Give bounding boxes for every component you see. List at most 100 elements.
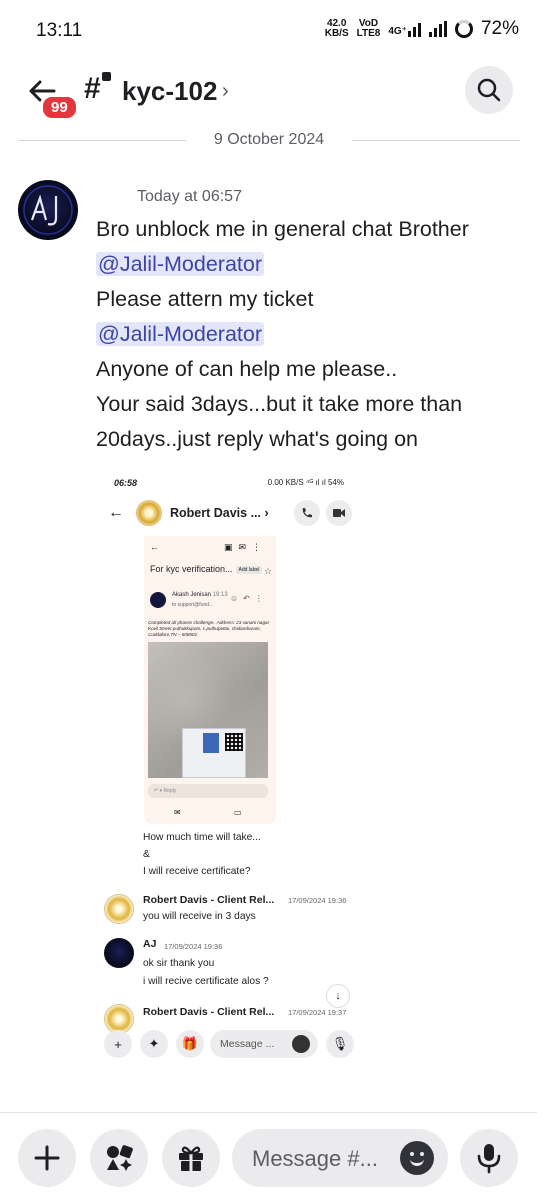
attachment-dm-name: Robert Davis ... › <box>170 506 269 520</box>
attachment-video-icon <box>326 500 352 526</box>
email-subject-text: For kyc verification... <box>150 564 233 574</box>
battery-level: 72% <box>480 18 519 39</box>
network-speed: 42.0 KB/S <box>325 19 349 39</box>
chevron-right-icon[interactable]: › <box>222 80 229 103</box>
attachment-mic-icon: 🎙 <box>326 1030 354 1058</box>
message-line: 20days..just reply what's going on <box>96 427 419 451</box>
mail-icon: ✉ <box>174 808 181 817</box>
caption-line: How much time will take... <box>143 832 261 843</box>
attachment-message-text: ok sir thank you <box>143 958 215 969</box>
search-button[interactable] <box>465 66 513 114</box>
gift-button[interactable] <box>162 1129 220 1187</box>
channel-header: 99 # kyc-102 › <box>0 62 537 126</box>
attachment-call-icon <box>294 500 320 526</box>
email-bottom-nav: ✉ ▭ <box>144 804 276 824</box>
emoji-button[interactable] <box>400 1141 434 1175</box>
meet-icon: ▭ <box>234 808 242 817</box>
id-card-portrait <box>203 733 219 753</box>
message-line: Bro unblock me in general chat Brother <box>96 217 469 241</box>
avatar[interactable] <box>18 180 78 240</box>
jump-down-icon: ↓ <box>326 984 350 1008</box>
network-speed-unit: KB/S <box>324 28 349 39</box>
microphone-icon <box>477 1144 501 1174</box>
message-timestamp: Today at 06:57 <box>137 188 242 205</box>
phone-icon <box>302 508 312 518</box>
email-back-icon: ← <box>150 542 159 552</box>
attachment-composer: + ✦ 🎁 Message ... 🎙 <box>96 1026 364 1062</box>
email-subject: For kyc verification... Add label <box>150 564 263 574</box>
attachment-message-time: 17/09/2024 19:36 <box>164 942 223 951</box>
attachment-apps-icon: ✦ <box>140 1030 168 1058</box>
status-icons: 42.0 KB/S VoD LTE8 4G⁺ 72% <box>325 18 519 40</box>
network-type: 4G⁺ <box>388 21 421 37</box>
id-card <box>182 728 246 778</box>
email-sender-avatar <box>150 592 166 608</box>
message-input-placeholder: Message #... <box>252 1146 378 1171</box>
attachment-dm-avatar <box>136 500 162 526</box>
lock-icon <box>102 72 111 81</box>
attachment-plus-icon: + <box>104 1030 132 1058</box>
attachment-message-time: 17/09/2024 19:36 <box>288 896 347 905</box>
attachment-emoji-icon <box>292 1035 310 1053</box>
network-label: 4G⁺ <box>388 26 407 37</box>
email-reply-label: Reply <box>163 788 177 794</box>
qr-code-icon <box>225 733 243 751</box>
attachment-message-text: you will receive in 3 days <box>143 911 256 922</box>
add-attachment-button[interactable] <box>18 1129 76 1187</box>
battery-icon <box>454 20 473 38</box>
volte-indicator: VoD LTE8 <box>357 19 381 39</box>
attachment-message-author: Robert Davis - Client Rel... <box>143 1006 275 1018</box>
attachment-message-text: i will recive certificate alos ? <box>143 976 269 987</box>
message-input[interactable]: Message #... <box>232 1129 448 1187</box>
email-body: Completed all phases challenge.. Address… <box>148 620 270 637</box>
date-divider: 9 October 2024 <box>18 130 520 152</box>
channel-name[interactable]: kyc-102 <box>122 76 217 107</box>
image-attachment[interactable]: 06:58 0.00 KB/S ⁴ᴳ ıl ıl 54% ← Robert Da… <box>96 466 364 1066</box>
email-sender: Akash Jenisan 19:13 <box>172 592 228 598</box>
email-recipient: to support@fund... <box>172 602 214 608</box>
unread-badge: 99 <box>40 94 79 121</box>
attachment-message-author: Robert Davis - Client Rel... <box>143 894 275 906</box>
email-sender-name: Akash Jenisan <box>172 592 212 598</box>
signal-icon <box>407 21 421 37</box>
message-composer: Message #... <box>0 1112 537 1200</box>
user-mention[interactable]: @Jalil-Moderator <box>96 322 265 346</box>
clock: 13:11 <box>36 20 83 41</box>
attachment-message-avatar <box>104 894 134 924</box>
message-content: Bro unblock me in general chat Brother @… <box>96 212 521 457</box>
email-reply-bar: ↶ ▾ Reply <box>148 784 268 798</box>
gift-icon <box>179 1146 203 1171</box>
aj-logo-icon <box>23 185 73 235</box>
attachment-message-time: 17/09/2024 19:37 <box>288 1008 347 1017</box>
attachment-dm-header: ← Robert Davis ... › <box>96 498 364 532</box>
email-action-icons: ▣✉⋮ <box>224 542 268 552</box>
signal-icon-2 <box>428 21 447 37</box>
message-line: Please attern my ticket <box>96 287 314 311</box>
volte-bottom: LTE8 <box>356 28 381 39</box>
message-line: Anyone of can help me please.. <box>96 357 398 381</box>
email-sender-time: 19:13 <box>212 592 228 598</box>
attachment-message-avatar <box>104 938 134 968</box>
voice-message-button[interactable] <box>460 1129 518 1187</box>
attachment-clock: 06:58 <box>114 478 138 488</box>
star-icon: ☆ <box>263 566 272 576</box>
attachment-gift-icon: 🎁 <box>176 1030 204 1058</box>
message-line: Your said 3days...but it take more than <box>96 392 463 416</box>
caption-line: & <box>143 849 150 860</box>
apps-button[interactable] <box>90 1129 148 1187</box>
plus-icon <box>34 1145 60 1171</box>
attachment-status-bar: 06:58 0.00 KB/S ⁴ᴳ ıl ıl 54% <box>96 472 364 492</box>
video-camera-icon <box>333 509 345 517</box>
text-channel-icon: # <box>84 72 101 105</box>
email-reply-icons: ☺↶⋮ <box>230 594 268 603</box>
user-mention[interactable]: @Jalil-Moderator <box>96 252 265 276</box>
search-icon <box>477 78 501 102</box>
id-card-photo <box>148 642 268 778</box>
caption-line: I will receive certificate? <box>143 866 251 877</box>
attachment-status-icons: 0.00 KB/S ⁴ᴳ ıl ıl 54% <box>267 478 344 487</box>
divider-line-right <box>352 140 520 141</box>
status-bar: 13:11 42.0 KB/S VoD LTE8 4G⁺ 72% <box>0 0 537 60</box>
email-toolbar: ← ▣✉⋮ <box>144 536 276 562</box>
attachment-message-author: AJ <box>143 938 157 950</box>
email-screenshot: ← ▣✉⋮ For kyc verification... Add label ☆… <box>144 536 276 824</box>
